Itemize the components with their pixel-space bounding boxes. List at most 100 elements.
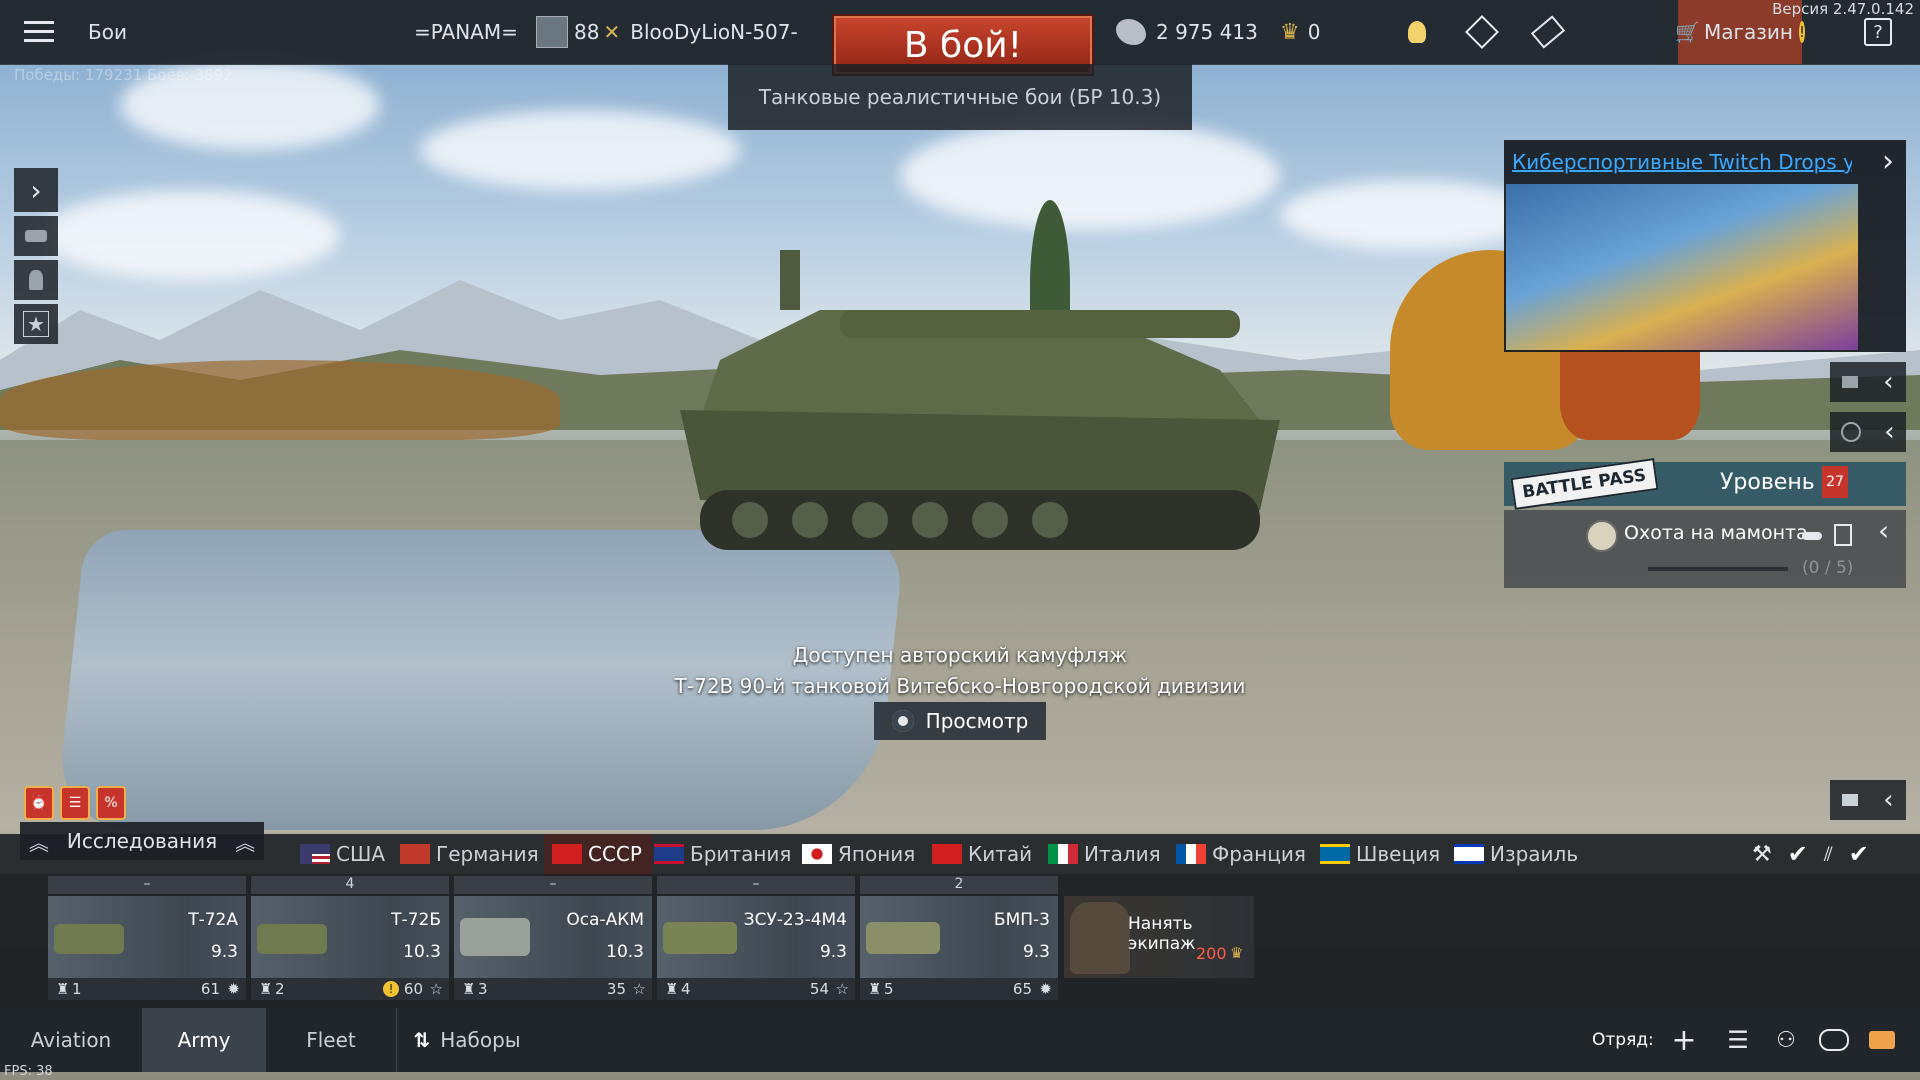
eagle-icon: ♛: [1280, 19, 1300, 45]
menu-button[interactable]: [24, 0, 54, 64]
alert-icon: !: [1798, 21, 1805, 43]
slot-panel-toggle[interactable]: ‹: [1830, 780, 1906, 820]
battles-menu[interactable]: Бои: [88, 0, 127, 64]
crew-skill: 35: [606, 980, 626, 998]
spaa-vehicle-icon: [663, 922, 737, 954]
battle-pass-panel[interactable]: BATTLE PASS Уровень 27: [1504, 458, 1906, 510]
research-button[interactable]: ︽ Исследования ︽: [20, 822, 264, 860]
research-label: Исследования: [66, 829, 218, 853]
vehicle-slot-1[interactable]: – Т-72А 9.3 ♜ 1 61 ✹: [48, 876, 246, 1002]
sam-vehicle-icon: [460, 918, 530, 956]
collapse-panel-button[interactable]: ‹: [1830, 362, 1906, 402]
chevron-right-icon: ›: [30, 173, 42, 207]
vehicle-slot-2[interactable]: 4 Т-72Б 10.3 ♜ 2 ! 60 ☆: [251, 876, 449, 1002]
shop-label: Магазин: [1703, 20, 1793, 44]
discount-badge[interactable]: %: [96, 786, 126, 820]
tips-button[interactable]: [1408, 0, 1426, 64]
tab-france[interactable]: Франция: [1176, 834, 1306, 874]
eye-icon: [891, 710, 914, 732]
crew-portrait: [1070, 902, 1130, 974]
tab-germany[interactable]: Германия: [400, 834, 539, 874]
tab-japan[interactable]: Япония: [802, 834, 915, 874]
slot-header: –: [48, 876, 246, 894]
notice-line-1: Доступен авторский камуфляж: [792, 643, 1128, 667]
promo-title[interactable]: Киберспортивные Twitch Drops уже: [1512, 150, 1852, 174]
list-badge[interactable]: ☰: [60, 786, 90, 820]
favorites-tab-button[interactable]: ★: [14, 304, 58, 344]
tab-britain[interactable]: Британия: [654, 834, 791, 874]
sort-icon: ⇅: [413, 1028, 431, 1052]
coupons-button[interactable]: [1530, 0, 1566, 64]
chevron-right-icon[interactable]: ›: [1882, 144, 1894, 179]
tab-fleet[interactable]: Fleet: [266, 1008, 396, 1072]
battle-rating: 10.3: [403, 942, 441, 962]
vehicle-name: Оса-АКМ: [566, 910, 644, 930]
game-mode-selector[interactable]: Танковые реалистичные бои (БР 10.3): [728, 64, 1192, 130]
expand-panel-button[interactable]: ›: [14, 168, 58, 212]
vehicle-slot-5[interactable]: 2 БМП-3 9.3 ♜ 5 65 ✹: [860, 876, 1058, 1002]
squad-tag: =PANAM=: [414, 20, 518, 44]
hire-crew-button[interactable]: Нанять экипаж 200 ♛: [1064, 896, 1254, 978]
crew-skill: 61: [200, 980, 220, 998]
chat-button[interactable]: [1814, 1008, 1854, 1072]
chevron-left-icon[interactable]: ‹: [1878, 514, 1889, 547]
player-profile[interactable]: 88 ✕ BlooDyLioN-507-: [536, 0, 798, 64]
japan-flag-icon: [802, 844, 832, 864]
vehicle-name: Т-72А: [188, 910, 238, 930]
tab-israel[interactable]: Израиль: [1454, 834, 1578, 874]
vehicle-slot-4[interactable]: – ЗСУ-23-4М4 9.3 ♜ 4 54 ☆: [657, 876, 855, 1002]
crew-tab-button[interactable]: [14, 260, 58, 300]
preset-tools: ⚒ ✔ ⫽ ✔: [1752, 834, 1869, 874]
mail-button[interactable]: [1862, 1008, 1902, 1072]
ammo-icon[interactable]: ⫽: [1824, 842, 1833, 866]
collapse-panel-button-2[interactable]: ‹: [1830, 412, 1906, 452]
contacts-button[interactable]: ⚇: [1766, 1008, 1806, 1072]
vehicle-tab-button[interactable]: [14, 216, 58, 256]
task-progress: (0 / 5): [1802, 558, 1854, 578]
tab-usa[interactable]: США: [300, 834, 385, 874]
hamburger-icon: [24, 21, 54, 42]
battle-pass-level-label: Уровень: [1720, 470, 1815, 495]
battle-rating: 9.3: [819, 942, 847, 962]
ticket-icon: [1530, 15, 1566, 49]
crew-icon: ♜: [259, 980, 273, 998]
tank-icon: [54, 924, 124, 954]
tab-sweden[interactable]: Швеция: [1320, 834, 1440, 874]
workshop-button[interactable]: [1465, 0, 1499, 64]
silver-lions: 2 975 413: [1116, 0, 1258, 64]
tab-sweden-label: Швеция: [1356, 842, 1441, 866]
tab-china[interactable]: Китай: [932, 834, 1032, 874]
preview-button[interactable]: Просмотр: [874, 702, 1046, 740]
crew-icon: ♜: [56, 980, 70, 998]
star-icon: ☆: [429, 980, 443, 998]
list-button[interactable]: ☰: [1718, 1008, 1758, 1072]
checkmark-icon-2[interactable]: ✔: [1849, 840, 1869, 868]
ifv-vehicle-icon: [866, 922, 940, 954]
uk-flag-icon: [654, 844, 684, 864]
battle-rating: 9.3: [1022, 942, 1050, 962]
task-panel[interactable]: Охота на мамонта ‹ (0 / 5): [1504, 510, 1906, 588]
sets-button[interactable]: ⇅ Наборы: [396, 1008, 537, 1072]
tab-aviation[interactable]: Aviation: [0, 1008, 142, 1072]
add-squad-member-button[interactable]: +: [1664, 1008, 1704, 1072]
tab-army[interactable]: Army: [142, 1008, 266, 1072]
checkmark-icon[interactable]: ✔: [1788, 840, 1808, 868]
chevron-up-icon: ︽: [28, 830, 49, 855]
lightbulb-icon: [1408, 21, 1426, 43]
tab-ussr-label: СССР: [588, 842, 642, 866]
tab-usa-label: США: [336, 842, 386, 866]
tab-ussr[interactable]: СССР: [544, 834, 652, 877]
notice-line-2: Т-72В 90-й танковой Витебско-Новгородско…: [674, 674, 1246, 698]
wrench-icon[interactable]: ⚒: [1752, 842, 1772, 867]
chevron-left-icon: ‹: [1883, 785, 1894, 815]
fps-counter: FPS: 38: [4, 1064, 53, 1079]
star-icon: ☆: [632, 980, 646, 998]
vehicle-slot-3[interactable]: – Оса-АКМ 10.3 ♜ 3 35 ☆: [454, 876, 652, 1002]
timer-badge[interactable]: ⏰: [24, 786, 54, 820]
tab-italy[interactable]: Италия: [1048, 834, 1161, 874]
promo-image[interactable]: [1506, 184, 1858, 350]
tab-germany-label: Германия: [436, 842, 539, 866]
crew-skill: 54: [809, 980, 829, 998]
promo-panel[interactable]: Киберспортивные Twitch Drops уже ›: [1504, 140, 1906, 352]
task-progress-bar: [1648, 567, 1788, 571]
